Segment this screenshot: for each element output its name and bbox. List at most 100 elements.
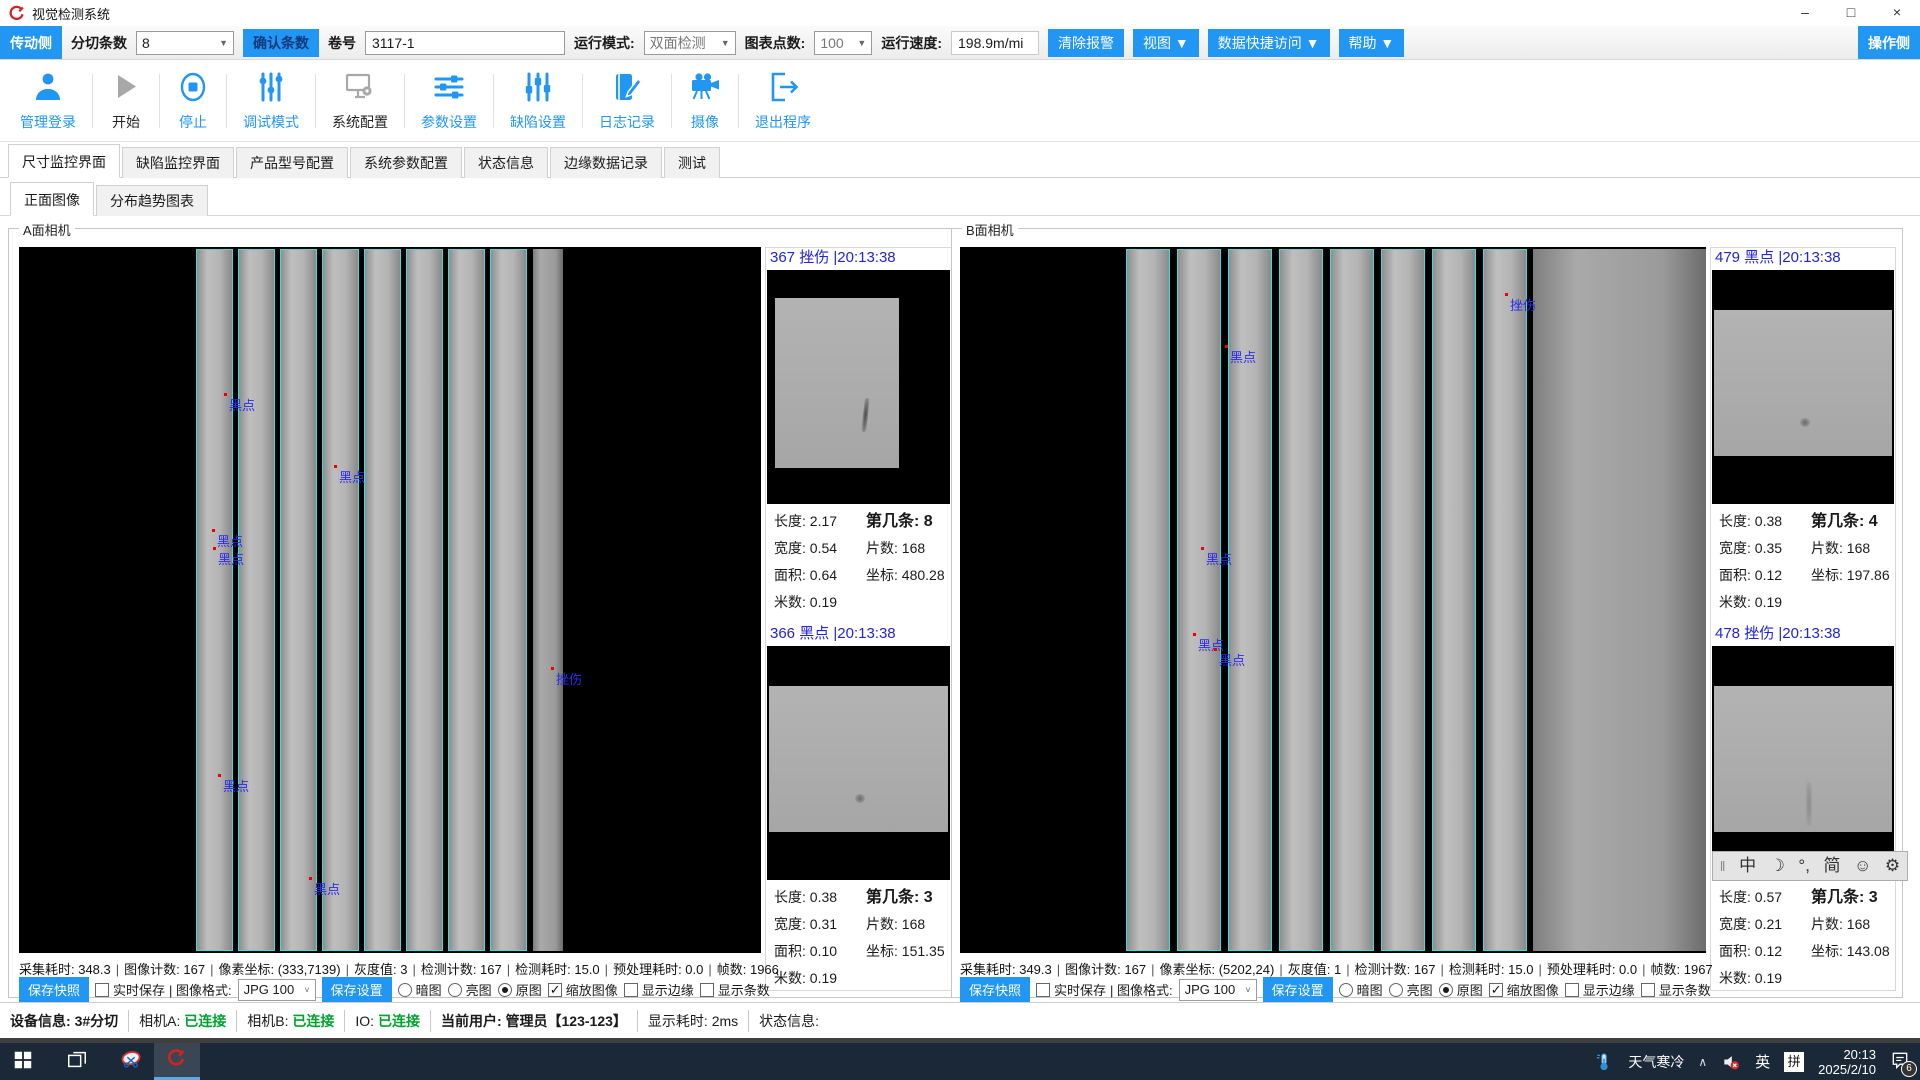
defect-stat: 长度: 2.17 bbox=[774, 513, 837, 529]
chart-points-select[interactable]: 100 ▼ bbox=[814, 31, 872, 55]
drive-side-button[interactable]: 传动侧 bbox=[0, 26, 62, 59]
save-settings-button[interactable]: 保存设置 bbox=[322, 977, 392, 1002]
camera-image-a[interactable]: 黑点黑点黑点黑点黑点黑点挫伤 bbox=[19, 247, 761, 953]
operate-side-button[interactable]: 操作侧 bbox=[1858, 26, 1920, 59]
toolbar-play-button[interactable]: 开始 bbox=[93, 66, 159, 136]
chart-points-label: 图表点数: bbox=[745, 33, 806, 53]
defect-card[interactable]: 479 黑点 |20:13:38长度: 0.38第几条: 4宽度: 0.35片数… bbox=[1711, 248, 1895, 616]
toolbar-debug-sliders-button[interactable]: 调试模式 bbox=[227, 66, 315, 136]
camera-panel-a: A面相机黑点黑点黑点黑点黑点黑点挫伤367 挫伤 |20:13:38长度: 2.… bbox=[8, 228, 955, 998]
taskbar-clock[interactable]: 20:13 2025/2/10 bbox=[1818, 1047, 1876, 1077]
taskbar-task-view-button[interactable] bbox=[54, 1043, 100, 1080]
run-mode-select[interactable]: 双面检测 ▼ bbox=[644, 31, 736, 55]
taskbar-tray: 天气寒冷 ∧ 英 拼 20:13 2025/2/10 6 bbox=[1594, 1047, 1920, 1077]
material-edge-band bbox=[533, 249, 563, 951]
close-button[interactable]: × bbox=[1874, 0, 1920, 26]
display-mode-radio-原图[interactable] bbox=[1439, 983, 1453, 997]
defect-card[interactable]: 366 黑点 |20:13:38长度: 0.38第几条: 3宽度: 0.31片数… bbox=[766, 624, 951, 992]
slit-count-select[interactable]: 8 ▼ bbox=[136, 31, 234, 55]
thermometer-icon[interactable] bbox=[1594, 1052, 1614, 1072]
defect-card[interactable]: 478 挫伤 |20:13:38长度: 0.57第几条: 3宽度: 0.21片数… bbox=[1711, 624, 1895, 992]
toolbar-video-camera-button[interactable]: 摄像 bbox=[672, 66, 738, 136]
toolbar-exit-door-button[interactable]: 退出程序 bbox=[739, 66, 827, 136]
image-format-select[interactable]: JPG 100˅ bbox=[1179, 979, 1257, 1001]
tab-6[interactable]: 测试 bbox=[664, 147, 720, 178]
minimize-button[interactable]: – bbox=[1782, 0, 1828, 26]
option-checkbox-缩放图像[interactable] bbox=[548, 983, 562, 997]
camera-stat: 检测耗时: 15.0 bbox=[1449, 962, 1534, 977]
image-format-select[interactable]: JPG 100˅ bbox=[238, 979, 316, 1001]
defect-stat: 宽度: 0.54 bbox=[774, 540, 837, 556]
tab-4[interactable]: 状态信息 bbox=[464, 147, 548, 178]
toolbar-params-sliders-button[interactable]: 参数设置 bbox=[405, 66, 493, 136]
tab-2[interactable]: 产品型号配置 bbox=[236, 147, 348, 178]
ime-moon-icon[interactable]: ☽ bbox=[1770, 852, 1785, 880]
view-menu-button[interactable]: 视图 ▼ bbox=[1133, 29, 1199, 57]
toolbar-log-book-button[interactable]: 日志记录 bbox=[583, 66, 671, 136]
defect-card-stats: 长度: 0.57第几条: 3宽度: 0.21片数: 168面积: 0.12坐标:… bbox=[1711, 880, 1895, 992]
separator: | bbox=[1346, 962, 1349, 977]
defect-label: 黑点 bbox=[1206, 553, 1232, 566]
confirm-count-button[interactable]: 确认条数 bbox=[243, 29, 319, 57]
option-checkbox-显示边缘[interactable] bbox=[1565, 983, 1579, 997]
ime-mode-chinese[interactable]: 中 bbox=[1739, 852, 1756, 880]
ime-language-indicator[interactable]: 英 bbox=[1755, 1051, 1770, 1072]
realtime-save-checkbox[interactable] bbox=[1036, 983, 1050, 997]
subtab-1[interactable]: 分布趋势图表 bbox=[96, 185, 208, 216]
toolbar-stop-button[interactable]: 停止 bbox=[160, 66, 226, 136]
ime-settings-gear-icon[interactable]: ⚙ bbox=[1885, 852, 1900, 880]
tab-0[interactable]: 尺寸监控界面 bbox=[8, 144, 120, 178]
toolbar-user-button[interactable]: 管理登录 bbox=[4, 66, 92, 136]
taskbar-start-button[interactable] bbox=[0, 1043, 46, 1080]
option-checkbox-显示边缘[interactable] bbox=[624, 983, 638, 997]
status-label: IO: bbox=[355, 1013, 378, 1029]
camera-stat: 检测耗时: 15.0 bbox=[515, 962, 600, 977]
display-mode-radio-暗图[interactable] bbox=[398, 983, 412, 997]
save-snapshot-button[interactable]: 保存快照 bbox=[960, 977, 1030, 1002]
data-quick-access-menu-button[interactable]: 数据快捷访问 ▼ bbox=[1208, 29, 1330, 57]
tab-1[interactable]: 缺陷监控界面 bbox=[122, 147, 234, 178]
subtab-0[interactable]: 正面图像 bbox=[10, 182, 94, 216]
ime-simplified-icon[interactable]: 简 bbox=[1823, 852, 1840, 880]
camera-status-line: 采集耗时: 349.3|图像计数: 167|像素坐标: (5202,24)|灰度… bbox=[960, 959, 1713, 978]
ime-pinyin-icon[interactable]: 拼 bbox=[1784, 1052, 1804, 1072]
save-settings-button[interactable]: 保存设置 bbox=[1263, 977, 1333, 1002]
defect-mark bbox=[1806, 782, 1812, 826]
roll-number-input[interactable]: 3117-1 bbox=[365, 31, 565, 55]
display-mode-radio-暗图[interactable] bbox=[1339, 983, 1353, 997]
display-mode-radio-亮图[interactable] bbox=[1389, 983, 1403, 997]
camera-image-b[interactable]: 挫伤黑点黑点黑点黑点 bbox=[960, 247, 1706, 953]
taskbar-vision-app-button[interactable] bbox=[154, 1043, 200, 1080]
taskbar-snipping-tool-button[interactable] bbox=[108, 1043, 154, 1080]
ime-emoji-icon[interactable]: ☺ bbox=[1854, 852, 1871, 880]
tab-5[interactable]: 边缘数据记录 bbox=[550, 147, 662, 178]
option-checkbox-缩放图像[interactable] bbox=[1489, 983, 1503, 997]
tab-3[interactable]: 系统参数配置 bbox=[350, 147, 462, 178]
separator: | bbox=[708, 962, 711, 977]
option-checkbox-显示条数[interactable] bbox=[1641, 983, 1655, 997]
save-snapshot-button[interactable]: 保存快照 bbox=[19, 977, 89, 1002]
ime-drag-handle[interactable]: ‖ bbox=[1720, 852, 1726, 880]
maximize-button[interactable]: □ bbox=[1828, 0, 1874, 26]
action-center-icon[interactable]: 6 bbox=[1890, 1050, 1910, 1073]
clear-alarm-button[interactable]: 清除报警 bbox=[1048, 29, 1124, 57]
status-value: 已连接 bbox=[184, 1013, 226, 1029]
weather-text[interactable]: 天气寒冷 bbox=[1628, 1052, 1684, 1072]
display-mode-radio-亮图[interactable] bbox=[448, 983, 462, 997]
realtime-save-checkbox[interactable] bbox=[95, 983, 109, 997]
help-menu-button[interactable]: 帮助 ▼ bbox=[1339, 29, 1405, 57]
option-checkbox-显示条数[interactable] bbox=[700, 983, 714, 997]
separator: | bbox=[1151, 962, 1154, 977]
status-value: 管理员【123-123】 bbox=[506, 1013, 627, 1029]
option-label: 缩放图像 bbox=[1507, 980, 1559, 999]
toolbar-defect-sliders-button[interactable]: 缺陷设置 bbox=[494, 66, 582, 136]
ime-punctuation-icon[interactable]: °, bbox=[1798, 852, 1810, 880]
speaker-muted-icon[interactable] bbox=[1721, 1052, 1741, 1072]
toolbar-system-config-button[interactable]: 系统配置 bbox=[316, 66, 404, 136]
defect-stat: 片数: 168 bbox=[866, 535, 925, 562]
display-mode-radio-原图[interactable] bbox=[498, 983, 512, 997]
defect-card[interactable]: 367 挫伤 |20:13:38长度: 2.17第几条: 8宽度: 0.54片数… bbox=[766, 248, 951, 616]
chevron-down-icon: ▼ bbox=[849, 38, 866, 48]
display-mode-label: 暗图 bbox=[1357, 980, 1383, 999]
tray-chevron-up-icon[interactable]: ∧ bbox=[1698, 1055, 1707, 1069]
